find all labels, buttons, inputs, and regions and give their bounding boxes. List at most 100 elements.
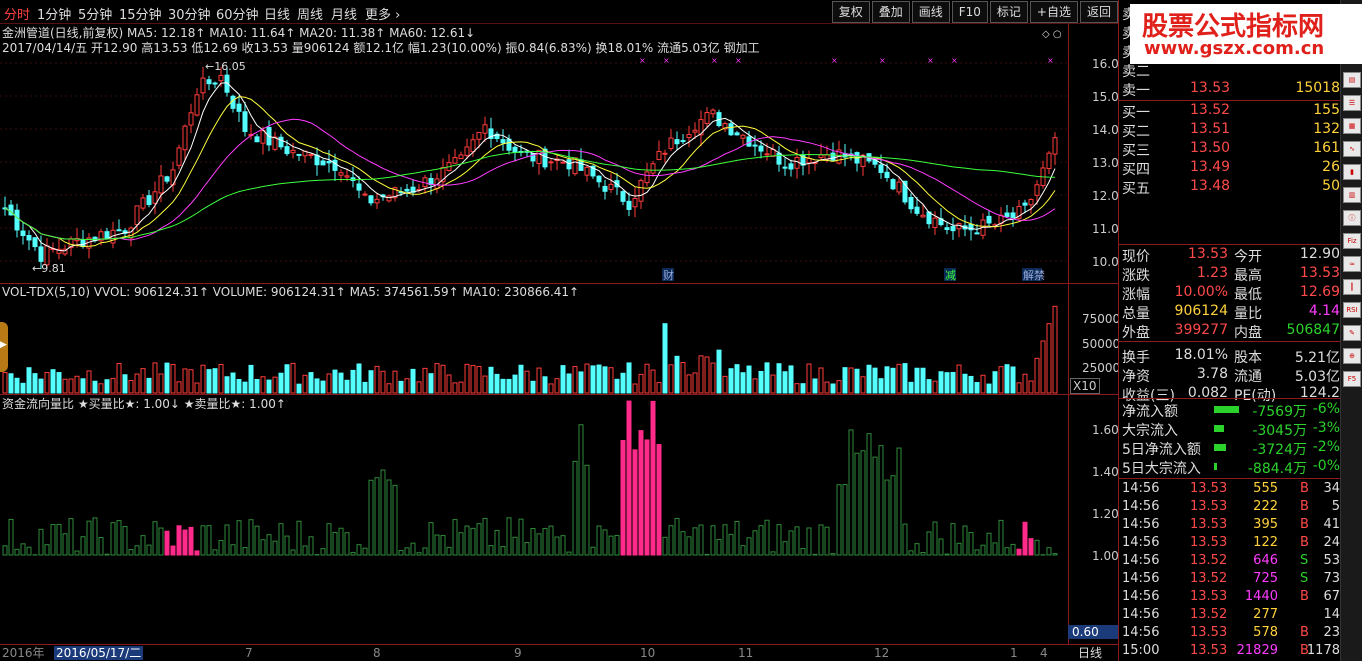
- back-button[interactable]: 返回: [1079, 1, 1118, 23]
- month-label: 11: [738, 646, 754, 660]
- draw-line-button[interactable]: 画线: [911, 1, 950, 23]
- month-label: 1: [1010, 646, 1018, 660]
- flow-bar: [1046, 547, 1052, 556]
- stat-row: 净资 3.78 流通 5.03亿: [1122, 366, 1340, 385]
- volume-bar: [764, 362, 770, 394]
- period-tab-1min[interactable]: 1分钟: [37, 4, 71, 23]
- period-tab-daily[interactable]: 日线: [264, 4, 290, 23]
- flow-bar: [26, 546, 32, 556]
- stat-value: 18.01%: [1174, 347, 1228, 363]
- flow-bar: [176, 525, 182, 556]
- candle-body: [830, 152, 836, 161]
- table-icon[interactable]: ▥: [1343, 187, 1361, 203]
- candle-body: [740, 134, 746, 139]
- candle-body: [146, 195, 152, 206]
- volume-bar: [314, 378, 320, 394]
- period-tab-timeshare[interactable]: 分时: [4, 4, 30, 23]
- volume-bar: [170, 363, 176, 394]
- stat-value: 12.90: [1299, 246, 1340, 262]
- flow-bar: [806, 527, 812, 556]
- chart-icon[interactable]: ▤: [1343, 72, 1361, 88]
- volume-bar: [104, 379, 110, 394]
- volume-bar: [1016, 382, 1022, 394]
- stat-value: 506847: [1286, 322, 1340, 338]
- line-icon[interactable]: ∿: [1343, 141, 1361, 157]
- flow-bar: [500, 546, 506, 556]
- year-label: 2016年: [2, 646, 45, 660]
- candle-icon[interactable]: ┃: [1343, 279, 1361, 295]
- bar-icon[interactable]: ▮: [1343, 164, 1361, 180]
- fiz-icon[interactable]: Fiz: [1343, 233, 1361, 249]
- flow-bar: [374, 477, 380, 556]
- volume-bar: [794, 383, 800, 394]
- mark-button[interactable]: 标记: [989, 1, 1028, 23]
- period-tab-monthly[interactable]: 月线: [331, 4, 357, 23]
- volume-bar: [218, 363, 224, 394]
- volume-bar: [1004, 364, 1010, 394]
- flow-bar: [344, 532, 350, 556]
- collapse-handle[interactable]: ▶: [0, 322, 8, 372]
- period-tab-30min[interactable]: 30分钟: [168, 4, 211, 23]
- flow-bar: [812, 553, 818, 556]
- period-tab-15min[interactable]: 15分钟: [119, 4, 162, 23]
- candle-body: [1010, 212, 1016, 218]
- tool-icon[interactable]: ✎: [1343, 325, 1361, 341]
- volume-bar: [836, 380, 842, 394]
- orderbook-row[interactable]: 卖一 13.53 15018: [1122, 80, 1340, 99]
- volume-bar: [620, 372, 626, 394]
- zoom-icon[interactable]: ⊕: [1343, 348, 1361, 364]
- info-icon[interactable]: ⓘ: [1343, 210, 1361, 226]
- candle-body: [536, 149, 542, 164]
- volume-bar: [950, 371, 956, 394]
- flow-bar: [92, 517, 98, 556]
- flow-bar: [260, 539, 266, 556]
- fuquan-button[interactable]: 复权: [831, 1, 870, 23]
- candle-body: [200, 77, 206, 94]
- orderbook-row[interactable]: 买二 13.51 132: [1122, 121, 1340, 140]
- grid-icon[interactable]: ▦: [1343, 118, 1361, 134]
- candle-body: [476, 131, 482, 140]
- volume-bar: [374, 365, 380, 394]
- volume-bar: [536, 367, 542, 394]
- period-tab-60min[interactable]: 60分钟: [216, 4, 259, 23]
- period-tab-5min[interactable]: 5分钟: [78, 4, 112, 23]
- f5-icon[interactable]: F5: [1343, 371, 1361, 387]
- flow-bar: [902, 523, 908, 556]
- volume-bar: [830, 383, 836, 394]
- flow-bar: [560, 535, 566, 556]
- orderbook-price: 13.51: [1190, 121, 1231, 137]
- period-more-button[interactable]: 更多 ›: [365, 4, 400, 23]
- period-tab-weekly[interactable]: 周线: [297, 4, 323, 23]
- flow-bar: [596, 525, 602, 556]
- signal-mark: ×: [831, 56, 838, 65]
- orderbook-volume: 26: [1322, 159, 1340, 175]
- volume-bar: [902, 363, 908, 394]
- candlestick-chart-area[interactable]: ←16.05 ←9.81 × × × × × × × × × 财 减 解禁: [0, 24, 1068, 644]
- volume-bar: [824, 381, 830, 394]
- volume-bar: [14, 377, 20, 394]
- volume-bar: [776, 363, 782, 394]
- orderbook-row[interactable]: 买四 13.49 26: [1122, 159, 1340, 178]
- period-indicator[interactable]: 日线: [1078, 646, 1102, 660]
- stat-value: 3.78: [1196, 366, 1228, 382]
- orderbook-row[interactable]: 买三 13.50 161: [1122, 140, 1340, 159]
- volume-bar: [560, 365, 566, 394]
- rsi-icon[interactable]: RSI: [1343, 302, 1361, 318]
- list-icon[interactable]: ☰: [1343, 95, 1361, 111]
- orderbook-row[interactable]: 买五 13.48 50: [1122, 178, 1340, 197]
- tick-direction: B: [1300, 535, 1309, 550]
- tick-count: 73: [1323, 571, 1340, 586]
- flow-bar: [1022, 521, 1028, 556]
- stat-value: 12.69: [1299, 284, 1340, 300]
- flow-bar: [836, 484, 842, 556]
- add-watchlist-button[interactable]: +自选: [1029, 1, 1078, 23]
- f10-button[interactable]: F10: [951, 1, 988, 23]
- overlay-button[interactable]: 叠加: [871, 1, 910, 23]
- volume-bar: [386, 383, 392, 394]
- orderbook-row[interactable]: 买一 13.52 155: [1122, 102, 1340, 121]
- flow-bar: [938, 538, 944, 556]
- axis-label: 1.20: [1092, 507, 1119, 521]
- candle-body: [1022, 202, 1028, 206]
- candle-body: [260, 130, 266, 144]
- dna-icon[interactable]: ≈: [1343, 256, 1361, 272]
